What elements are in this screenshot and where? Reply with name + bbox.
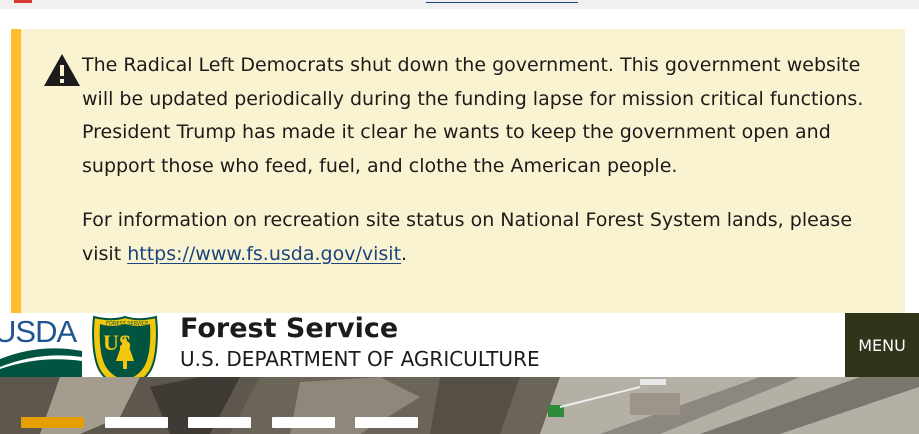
alert-paragraph-1: The Radical Left Democrats shut down the… (82, 54, 864, 177)
carousel-dot-4[interactable] (272, 417, 335, 428)
alert-body: The Radical Left Democrats shut down the… (82, 49, 892, 271)
warning-icon (44, 54, 80, 86)
shield-ring-top-text: FOREST SERVICE (106, 321, 148, 327)
flag-icon (14, 0, 32, 3)
carousel-indicators (0, 417, 919, 431)
usda-logo[interactable]: USDA (0, 313, 82, 377)
top-link[interactable] (426, 2, 578, 3)
alert-paragraph-2-end: . (401, 242, 408, 265)
carousel-dot-2[interactable] (105, 417, 168, 428)
site-subtitle: U.S. DEPARTMENT OF AGRICULTURE (180, 347, 540, 371)
carousel-dot-5[interactable] (355, 417, 418, 428)
menu-button[interactable]: MENU (845, 313, 919, 377)
carousel-dot-1[interactable] (21, 417, 84, 428)
visit-link[interactable]: https://www.fs.usda.gov/visit (127, 243, 401, 265)
carousel-dot-3[interactable] (188, 417, 251, 428)
site-title[interactable]: Forest Service (180, 313, 398, 344)
site-header: USDA US FOREST SERVICE DEPARTMENT OF AGR… (0, 313, 919, 389)
usda-logo-text: USDA (0, 314, 77, 349)
shutdown-alert-banner: The Radical Left Democrats shut down the… (11, 29, 905, 313)
top-utility-bar (0, 0, 919, 9)
alert-paragraph-2: For information on recreation site statu… (82, 204, 892, 271)
